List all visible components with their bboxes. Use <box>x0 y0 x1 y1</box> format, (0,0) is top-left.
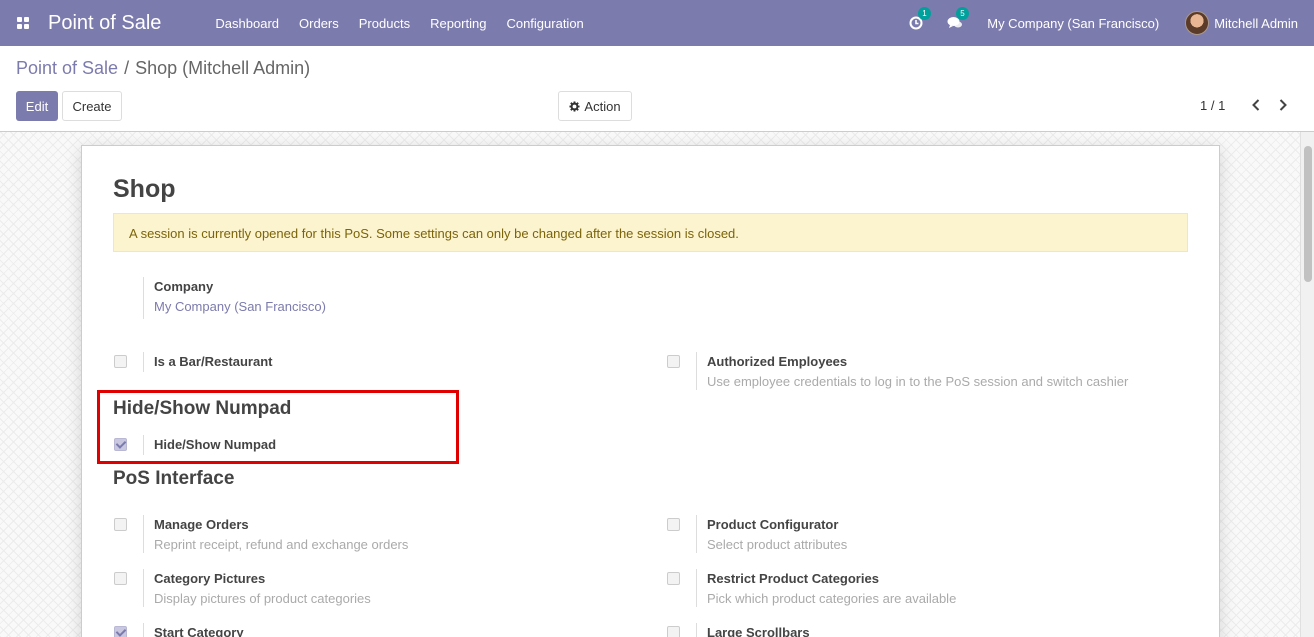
divider <box>696 623 697 637</box>
top-navbar: Point of Sale Dashboard Orders Products … <box>0 0 1314 46</box>
category-pictures-label: Category Pictures <box>154 571 266 586</box>
category-pictures-help: Display pictures of product categories <box>154 591 371 606</box>
product-configurator-help: Select product attributes <box>707 537 848 552</box>
category-pictures-setting: Category Pictures Display pictures of pr… <box>154 571 371 606</box>
product-configurator-setting: Product Configurator Select product attr… <box>707 517 847 552</box>
messages-count-badge: 5 <box>956 7 969 20</box>
chevron-right-icon[interactable] <box>1277 97 1289 113</box>
apps-icon[interactable] <box>0 0 46 46</box>
bar-restaurant-label: Is a Bar/Restaurant <box>154 354 273 369</box>
avatar <box>1185 11 1210 35</box>
large-scrollbars-checkbox[interactable] <box>667 626 680 637</box>
app-brand[interactable]: Point of Sale <box>48 12 161 35</box>
action-button[interactable]: Action <box>558 91 632 121</box>
large-scrollbars-label: Large Scrollbars <box>707 625 810 637</box>
divider <box>143 569 144 607</box>
start-category-setting: Start Category <box>154 625 244 637</box>
user-menu[interactable]: Mitchell Admin <box>1185 11 1298 35</box>
restrict-categories-help: Pick which product categories are availa… <box>707 591 957 606</box>
bar-restaurant-setting: Is a Bar/Restaurant <box>154 354 273 369</box>
company-label: Company <box>154 279 214 294</box>
messages-menu[interactable]: 5 <box>947 7 969 30</box>
breadcrumb-parent[interactable]: Point of Sale <box>16 58 118 78</box>
manage-orders-setting: Manage Orders Reprint receipt, refund an… <box>154 517 408 552</box>
breadcrumb-current: Shop (Mitchell Admin) <box>135 58 311 78</box>
menu-orders[interactable]: Orders <box>289 16 349 31</box>
divider <box>696 352 697 390</box>
session-warning-alert: A session is currently opened for this P… <box>113 213 1188 252</box>
numpad-checkbox[interactable] <box>114 438 127 451</box>
breadcrumb: Point of Sale / Shop (Mitchell Admin) <box>16 58 310 79</box>
chevron-left-icon[interactable] <box>1250 97 1262 113</box>
bar-restaurant-checkbox[interactable] <box>114 355 127 368</box>
record-title: Shop <box>113 175 176 203</box>
form-view-background: Shop A session is currently opened for t… <box>0 132 1314 637</box>
authorized-employees-help: Use employee credentials to log in to th… <box>707 374 1129 389</box>
menu-products[interactable]: Products <box>349 16 420 31</box>
divider <box>143 435 144 455</box>
company-switcher[interactable]: My Company (San Francisco) <box>987 16 1159 31</box>
gear-icon <box>569 100 580 112</box>
restrict-categories-checkbox[interactable] <box>667 572 680 585</box>
authorized-employees-label: Authorized Employees <box>707 354 848 369</box>
manage-orders-checkbox[interactable] <box>114 518 127 531</box>
manage-orders-help: Reprint receipt, refund and exchange ord… <box>154 537 409 552</box>
scrollbar-thumb[interactable] <box>1304 146 1312 282</box>
authorized-employees-checkbox[interactable] <box>667 355 680 368</box>
divider <box>696 569 697 607</box>
action-label: Action <box>584 98 621 114</box>
edit-button[interactable]: Edit <box>16 91 58 121</box>
manage-orders-label: Manage Orders <box>154 517 249 532</box>
systray: 1 5 My Company (San Francisco) Mitchell … <box>909 0 1314 46</box>
pos-interface-section-title: PoS Interface <box>113 468 235 489</box>
company-field: Company My Company (San Francisco) <box>154 279 326 314</box>
divider <box>696 515 697 553</box>
breadcrumb-separator: / <box>124 58 130 78</box>
divider <box>143 515 144 553</box>
restrict-categories-setting: Restrict Product Categories Pick which p… <box>707 571 956 606</box>
product-configurator-label: Product Configurator <box>707 517 839 532</box>
restrict-categories-label: Restrict Product Categories <box>707 571 879 586</box>
main-menu: Dashboard Orders Products Reporting Conf… <box>205 16 593 31</box>
menu-dashboard[interactable]: Dashboard <box>205 16 289 31</box>
divider <box>143 623 144 637</box>
product-configurator-checkbox[interactable] <box>667 518 680 531</box>
pager-value[interactable]: 1 / 1 <box>1200 98 1225 113</box>
numpad-section-title: Hide/Show Numpad <box>113 398 292 419</box>
create-button[interactable]: Create <box>62 91 122 121</box>
start-category-label: Start Category <box>154 625 244 637</box>
numpad-label: Hide/Show Numpad <box>154 437 277 452</box>
vertical-scrollbar[interactable] <box>1300 132 1314 637</box>
company-value-link[interactable]: My Company (San Francisco) <box>154 299 326 314</box>
divider <box>143 277 144 319</box>
user-name: Mitchell Admin <box>1214 15 1298 31</box>
activity-menu[interactable]: 1 <box>909 7 931 30</box>
activity-count-badge: 1 <box>918 7 931 20</box>
form-sheet: Shop A session is currently opened for t… <box>81 145 1220 637</box>
control-panel: Point of Sale / Shop (Mitchell Admin) Edit… <box>0 46 1314 132</box>
divider <box>143 352 144 372</box>
numpad-setting: Hide/Show Numpad <box>154 437 276 452</box>
authorized-employees-setting: Authorized Employees Use employee creden… <box>707 354 1128 389</box>
category-pictures-checkbox[interactable] <box>114 572 127 585</box>
menu-configuration[interactable]: Configuration <box>496 16 593 31</box>
large-scrollbars-setting: Large Scrollbars <box>707 625 810 637</box>
menu-reporting[interactable]: Reporting <box>420 16 496 31</box>
start-category-checkbox[interactable] <box>114 626 127 637</box>
